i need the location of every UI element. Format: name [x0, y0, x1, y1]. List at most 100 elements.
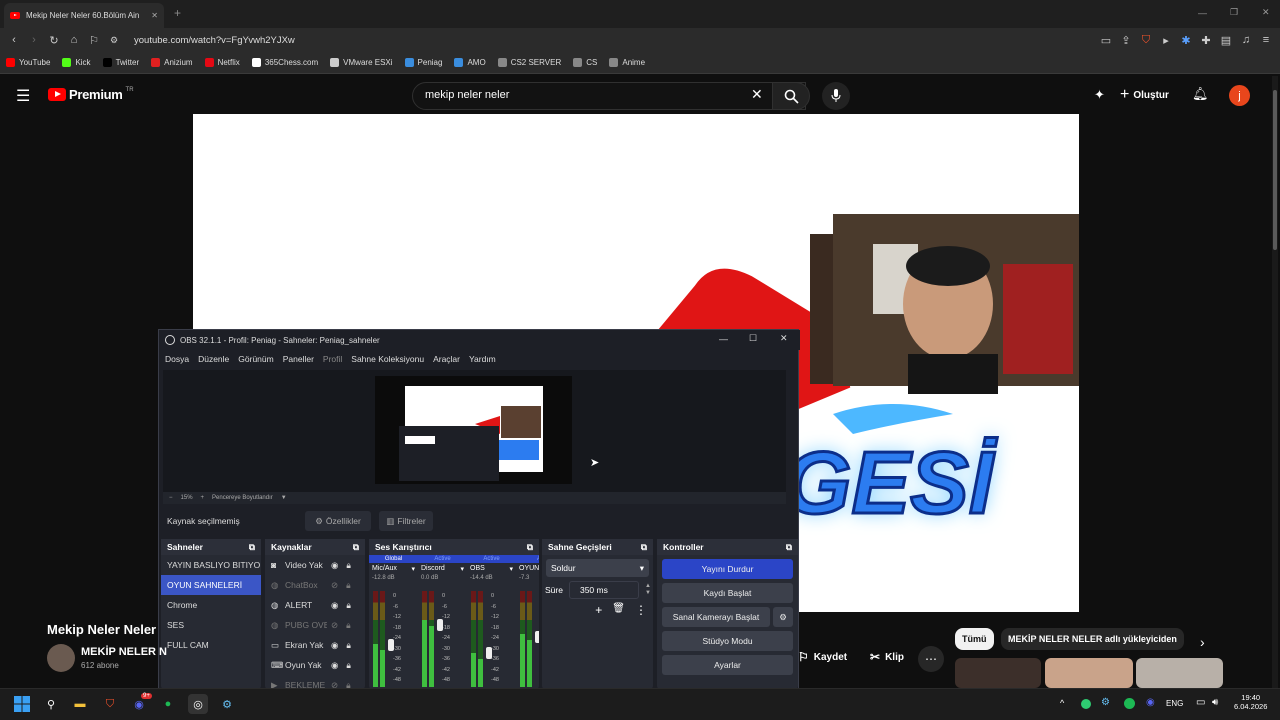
voice-search-button[interactable] — [822, 82, 850, 110]
lock-icon[interactable]: 🔒︎ — [346, 640, 351, 651]
extension-icon[interactable]: ▸ — [1156, 34, 1176, 47]
source-item[interactable]: ▭ Ekran Yak ◉ 🔒︎ — [265, 635, 365, 655]
address-bar[interactable]: youtube.com/watch?v=FgYvwh2YJXw — [134, 35, 295, 46]
channel-name[interactable]: OBS ▾ — [467, 563, 516, 575]
save-button[interactable]: ⚐ Kaydet — [798, 650, 847, 664]
browser-tab[interactable]: Mekip Neler Neler 60.Bölüm Ain ✕ — [4, 3, 164, 28]
dock-undock-icon[interactable]: ⧉ — [786, 542, 792, 553]
dock-undock-icon[interactable]: ⧉ — [527, 542, 533, 553]
new-tab-icon[interactable]: + — [174, 6, 181, 20]
taskbar-clock[interactable]: 19:40 6.04.2026 — [1234, 693, 1267, 711]
source-item[interactable]: ◙ Video Yak ◉ 🔒︎ — [265, 555, 365, 575]
obs-menu-item[interactable]: Düzenle — [198, 354, 229, 364]
virtual-camera-settings-icon[interactable]: ⚙ — [773, 607, 793, 627]
eye-icon[interactable]: ◉ — [331, 640, 338, 651]
reload-icon[interactable]: ↻ — [44, 34, 64, 47]
page-scrollbar[interactable] — [1272, 76, 1278, 688]
dock-undock-icon[interactable]: ⧉ — [641, 542, 647, 553]
channel-name[interactable]: Discord ▾ — [418, 563, 467, 575]
clip-button[interactable]: ✂ Klip — [870, 650, 904, 664]
remove-transition-icon[interactable]: 🗑︎ — [612, 603, 625, 617]
obs-close-icon[interactable]: ✕ — [780, 333, 788, 344]
youtube-logo[interactable]: Premium TR — [48, 87, 134, 102]
volume-fader[interactable] — [486, 647, 492, 659]
bookmark-icon[interactable]: ⚐ — [84, 34, 104, 47]
obs-menu-item[interactable]: Dosya — [165, 354, 189, 364]
bookmark-item[interactable]: Twitter — [102, 58, 139, 67]
scene-item[interactable]: FULL CAM — [161, 635, 261, 655]
start-virtual-camera-button[interactable]: Sanal Kamerayı Başlat — [662, 607, 770, 627]
chip-uploader[interactable]: MEKİP NELER NELER adlı yükleyiciden — [1001, 628, 1184, 650]
volume-icon[interactable]: 🔊︎ — [1212, 697, 1218, 708]
network-icon[interactable]: ▭ — [1196, 697, 1205, 708]
site-info-icon[interactable]: ⚙ — [104, 35, 124, 46]
media-icon[interactable]: ♫ — [1236, 34, 1256, 46]
close-tab-icon[interactable]: ✕ — [151, 11, 158, 20]
obs-menu-item[interactable]: Araçlar — [433, 354, 460, 364]
translate-icon[interactable]: ✱ — [1176, 34, 1196, 47]
scene-item[interactable]: OYUN SAHNELERİ — [161, 575, 261, 595]
obs-menu-item[interactable]: Görünüm — [238, 354, 273, 364]
fit-to-window-label[interactable]: Pencereye Boyutlandır — [212, 495, 273, 501]
bookmark-item[interactable]: CS2 SERVER — [497, 58, 561, 67]
maximize-icon[interactable]: ❐ — [1230, 7, 1238, 18]
zoom-in-icon[interactable]: + — [201, 495, 205, 501]
bookmark-item[interactable]: YouTube — [6, 58, 50, 67]
brave-shield-icon[interactable]: ⛉ — [1136, 34, 1156, 47]
home-icon[interactable]: ⌂ — [64, 34, 84, 46]
lock-icon[interactable]: 🔒︎ — [346, 580, 351, 591]
back-icon[interactable]: ‹ — [4, 34, 24, 46]
transition-menu-icon[interactable]: ⋮ — [635, 603, 647, 617]
transition-select[interactable]: Soldur ▾ — [546, 559, 649, 577]
cast-icon[interactable]: ▭ — [1096, 34, 1116, 47]
hamburger-menu-icon[interactable]: ☰ — [16, 86, 30, 106]
tray-overflow-icon[interactable]: ^ — [1060, 698, 1064, 708]
properties-button[interactable]: ⚙ Özellikler — [305, 511, 371, 531]
more-actions-icon[interactable]: ⋯ — [918, 646, 944, 672]
zoom-out-icon[interactable]: − — [169, 495, 173, 501]
recommended-thumbnail[interactable] — [1136, 658, 1223, 688]
channel-name[interactable]: MEKİP NELER N — [81, 646, 167, 658]
dock-undock-icon[interactable]: ⧉ — [353, 542, 359, 553]
obs-preview[interactable]: ➤ — [163, 370, 786, 492]
recommended-thumbnail[interactable] — [1045, 658, 1133, 688]
bookmark-item[interactable]: AMO — [454, 58, 486, 67]
file-explorer-icon[interactable]: ▬ — [70, 694, 90, 714]
obs-minimize-icon[interactable]: — — [719, 334, 728, 344]
puzzle-icon[interactable]: ✚ — [1196, 34, 1216, 47]
bookmark-item[interactable]: Anizium — [151, 58, 193, 67]
create-button[interactable]: + Oluştur — [1120, 86, 1169, 104]
start-icon[interactable] — [12, 694, 32, 714]
eye-icon[interactable]: ◉ — [331, 660, 338, 671]
input-language[interactable]: ENG — [1166, 699, 1183, 708]
search-input[interactable]: mekip neler neler — [412, 82, 806, 110]
obs-taskbar-icon[interactable]: ◎ — [188, 694, 208, 714]
scene-item[interactable]: SES — [161, 615, 261, 635]
duration-stepper[interactable]: ▲ ▼ — [645, 583, 651, 597]
dock-undock-icon[interactable]: ⧉ — [249, 542, 255, 553]
add-transition-icon[interactable]: + — [595, 603, 602, 617]
brave-icon[interactable]: ⛉ — [100, 694, 120, 714]
forward-icon[interactable]: › — [24, 34, 44, 46]
share-icon[interactable]: ⇪ — [1116, 34, 1136, 47]
avatar[interactable]: j — [1229, 85, 1250, 106]
filters-button[interactable]: ▥ Filtreler — [379, 511, 433, 531]
source-item[interactable]: ◍ ALERT ◉ 🔒︎ — [265, 595, 365, 615]
source-item[interactable]: ◍ PUBG OVE ⊘ 🔒︎ — [265, 615, 365, 635]
volume-fader[interactable] — [388, 639, 394, 651]
obs-menu-item[interactable]: Yardım — [469, 354, 496, 364]
bookmark-item[interactable]: Kick — [62, 58, 91, 67]
scene-item[interactable]: YAYIN BASLIYO BITIYO — [161, 555, 261, 575]
lock-icon[interactable]: 🔒︎ — [346, 660, 351, 671]
studio-mode-button[interactable]: Stüdyo Modu — [662, 631, 793, 651]
minimize-icon[interactable]: — — [1198, 8, 1207, 18]
sidebar-icon[interactable]: ▤ — [1216, 34, 1236, 47]
scene-item[interactable]: Chrome — [161, 595, 261, 615]
settings-button[interactable]: Ayarlar — [662, 655, 793, 675]
duration-input[interactable]: 350 ms — [568, 581, 639, 599]
lock-icon[interactable]: 🔒︎ — [346, 560, 351, 571]
tray-discord-icon[interactable]: ◉ — [1146, 697, 1155, 708]
menu-icon[interactable]: ≡ — [1256, 34, 1276, 46]
obs-menu-item[interactable]: Sahne Koleksiyonu — [351, 354, 424, 364]
obs-menu-item[interactable]: Paneller — [283, 354, 314, 364]
